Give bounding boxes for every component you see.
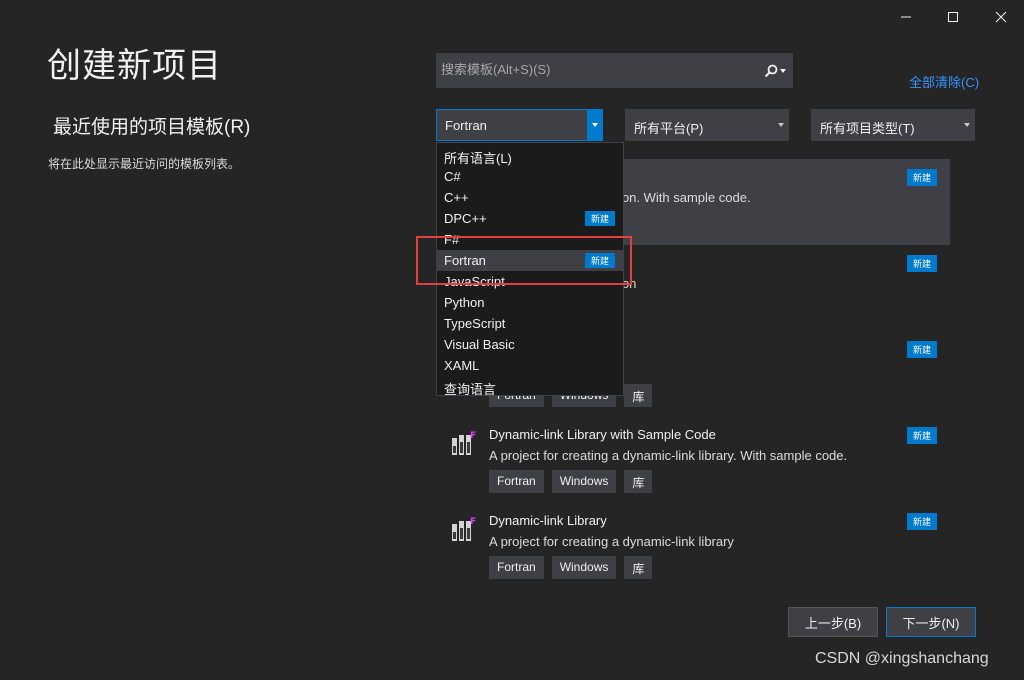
language-option[interactable]: C++	[437, 187, 623, 208]
language-option-label: 查询语言	[444, 382, 497, 397]
caret-down-icon	[780, 69, 786, 73]
fortran-project-icon: F	[450, 515, 480, 545]
language-option[interactable]: C#	[437, 166, 623, 187]
language-option-label: C++	[444, 190, 469, 205]
language-filter-value: Fortran	[445, 118, 487, 133]
new-badge: 新建	[907, 427, 938, 444]
back-button[interactable]: 上一步(B)	[788, 607, 878, 637]
maximize-icon	[948, 12, 958, 22]
template-tag: 库	[624, 556, 653, 579]
minimize-button[interactable]	[883, 4, 929, 30]
platform-filter-select[interactable]: 所有平台(P)	[625, 109, 789, 141]
close-icon	[995, 11, 1007, 23]
language-option[interactable]: 查询语言	[437, 376, 623, 397]
template-tag: 库	[624, 384, 653, 407]
chevron-down-icon	[773, 110, 788, 140]
language-option[interactable]: DPC++ 新建	[437, 208, 623, 229]
chevron-down-icon	[959, 110, 974, 140]
language-option-label: DPC++	[444, 211, 487, 226]
new-badge: 新建	[907, 341, 938, 358]
language-option[interactable]: 所有语言(L)	[437, 145, 623, 166]
new-badge: 新建	[907, 513, 938, 530]
clear-all-link[interactable]: 全部清除(C)	[909, 72, 979, 91]
search-button[interactable]	[760, 60, 790, 82]
annotation-highlight-box	[416, 236, 632, 285]
template-description: A project for creating a dynamic-link li…	[489, 534, 734, 549]
language-option-label: C#	[444, 169, 461, 184]
svg-text:F: F	[470, 517, 476, 527]
language-option-label: Python	[444, 295, 485, 310]
new-badge: 新建	[907, 169, 938, 186]
chevron-down-icon	[587, 110, 602, 140]
recent-templates-heading: 最近使用的项目模板(R)	[53, 117, 251, 138]
template-name: Dynamic-link Library with Sample Code	[489, 427, 716, 442]
new-badge: 新建	[907, 255, 938, 272]
fortran-project-icon: F	[450, 429, 480, 459]
template-tag: 库	[624, 470, 653, 493]
language-option-label: XAML	[444, 358, 480, 373]
template-tags: Fortran Windows 库	[489, 556, 653, 579]
template-tag: Fortran	[489, 556, 544, 579]
maximize-button[interactable]	[930, 4, 976, 30]
language-option[interactable]: XAML	[437, 355, 623, 376]
template-item[interactable]: F Dynamic-link Library with Sample Code A …	[440, 417, 950, 503]
template-item[interactable]: F Dynamic-link Library A project for creat…	[440, 503, 950, 589]
platform-filter-value: 所有平台(P)	[634, 121, 704, 136]
page-title: 创建新项目	[47, 47, 222, 85]
recent-templates-description: 将在此处显示最近访问的模板列表。	[48, 157, 241, 171]
template-tags: Fortran Windows 库	[489, 470, 653, 493]
minimize-icon	[901, 16, 911, 18]
watermark: CSDN @xingshanchang	[815, 650, 989, 667]
language-option-label: 所有语言(L)	[444, 151, 512, 166]
close-button[interactable]	[978, 4, 1024, 30]
language-option[interactable]: TypeScript	[437, 313, 623, 334]
language-option[interactable]: Python	[437, 292, 623, 313]
language-option-label: Visual Basic	[444, 337, 515, 352]
search-box	[436, 53, 793, 88]
template-tag: Fortran	[489, 470, 544, 493]
next-button[interactable]: 下一步(N)	[886, 607, 976, 637]
project-type-filter-value: 所有项目类型(T)	[820, 121, 915, 136]
template-name: Dynamic-link Library	[489, 513, 607, 528]
svg-text:F: F	[470, 431, 476, 441]
project-type-filter-select[interactable]: 所有项目类型(T)	[811, 109, 975, 141]
template-tag: Windows	[551, 470, 617, 493]
template-tag: Windows	[551, 556, 617, 579]
new-badge: 新建	[585, 211, 616, 226]
search-input[interactable]	[441, 62, 751, 77]
language-option[interactable]: Visual Basic	[437, 334, 623, 355]
language-option-label: TypeScript	[444, 316, 506, 331]
template-description: A project for creating a dynamic-link li…	[489, 448, 848, 463]
search-icon	[764, 64, 778, 78]
language-filter-select[interactable]: Fortran	[436, 109, 603, 141]
